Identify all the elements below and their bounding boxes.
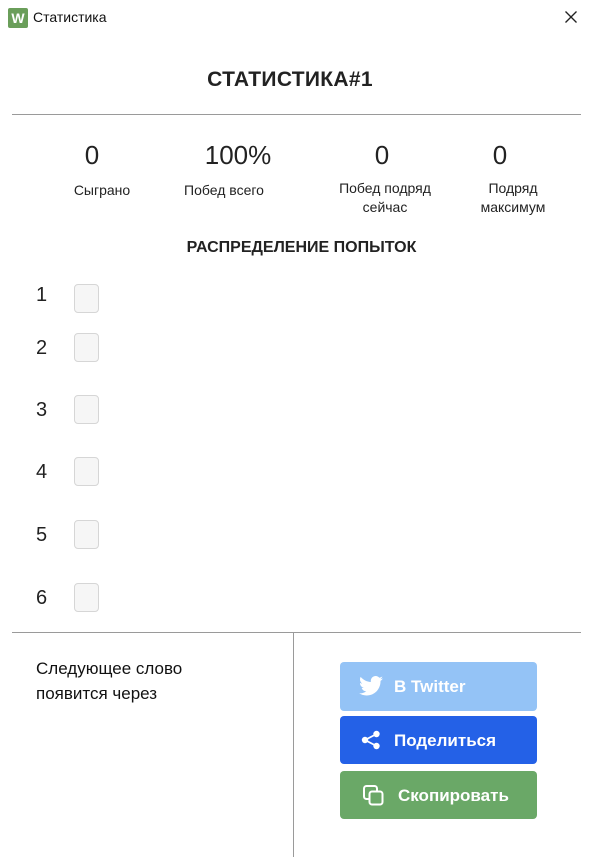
stat-current-streak-value: 0 — [374, 140, 390, 170]
guess-row-5-number: 5 — [36, 524, 48, 546]
stat-current-streak-label-line1: Побед подряд — [339, 180, 431, 196]
copy-icon — [363, 785, 384, 806]
page-title: СТАТИСТИКА#1 — [207, 68, 373, 91]
guess-distribution-title: РАСПРЕДЕЛЕНИЕ ПОПЫТОК — [186, 239, 417, 256]
guess-row-6-bar — [74, 583, 99, 612]
copy-label: Скопировать — [398, 786, 509, 805]
next-word-line1: Следующее слово — [36, 659, 183, 678]
guess-row-1-number: 1 — [36, 284, 48, 306]
title-bar: W Статистика — [0, 0, 593, 34]
share-twitter-label: В Twitter — [394, 677, 466, 696]
copy-button[interactable]: Скопировать — [340, 771, 537, 819]
stat-win-percent-label: Побед всего — [184, 182, 264, 198]
guess-row-6-number: 6 — [36, 587, 48, 609]
share-icon — [361, 730, 380, 750]
twitter-bird-icon — [359, 676, 383, 696]
guess-row-5-bar — [74, 520, 99, 549]
guess-row-3-bar — [74, 395, 99, 424]
stat-played-value: 0 — [84, 140, 100, 170]
guess-row-2-number: 2 — [36, 337, 48, 359]
guess-row-4-bar — [74, 457, 99, 486]
stat-max-streak-label-line2: максимум — [480, 199, 546, 215]
share-label: Поделиться — [394, 731, 497, 750]
stat-max-streak-label: Подряд максимум — [465, 179, 561, 217]
share-twitter-button[interactable]: В Twitter — [340, 662, 537, 711]
stat-win-percent-value: 100% — [204, 140, 272, 170]
footer-vertical-divider — [293, 633, 294, 857]
share-button[interactable]: Поделиться — [340, 716, 537, 764]
wordle-app-icon: W — [8, 8, 28, 28]
close-icon — [565, 11, 577, 23]
stat-max-streak-value: 0 — [492, 140, 508, 170]
header-divider — [12, 114, 581, 115]
guess-row-1-bar — [74, 284, 99, 313]
guess-row-2-bar — [74, 333, 99, 362]
window-title: Статистика — [33, 9, 107, 25]
stat-played-label: Сыграно — [73, 182, 131, 198]
guess-row-4-number: 4 — [36, 461, 48, 483]
stat-current-streak-label-line2: сейчас — [362, 199, 408, 215]
next-word-countdown-text: Следующее слово появится через — [36, 656, 182, 706]
stat-max-streak-label-line1: Подряд — [488, 180, 538, 196]
footer-divider — [12, 632, 581, 633]
close-button[interactable] — [556, 4, 586, 30]
statistics-window: W Статистика СТАТИСТИКА#1 0 Сыграно 100%… — [0, 0, 593, 857]
next-word-line2: появится через — [36, 684, 158, 703]
stat-current-streak-label: Побед подряд сейчас — [322, 179, 448, 217]
guess-row-3-number: 3 — [36, 399, 48, 421]
